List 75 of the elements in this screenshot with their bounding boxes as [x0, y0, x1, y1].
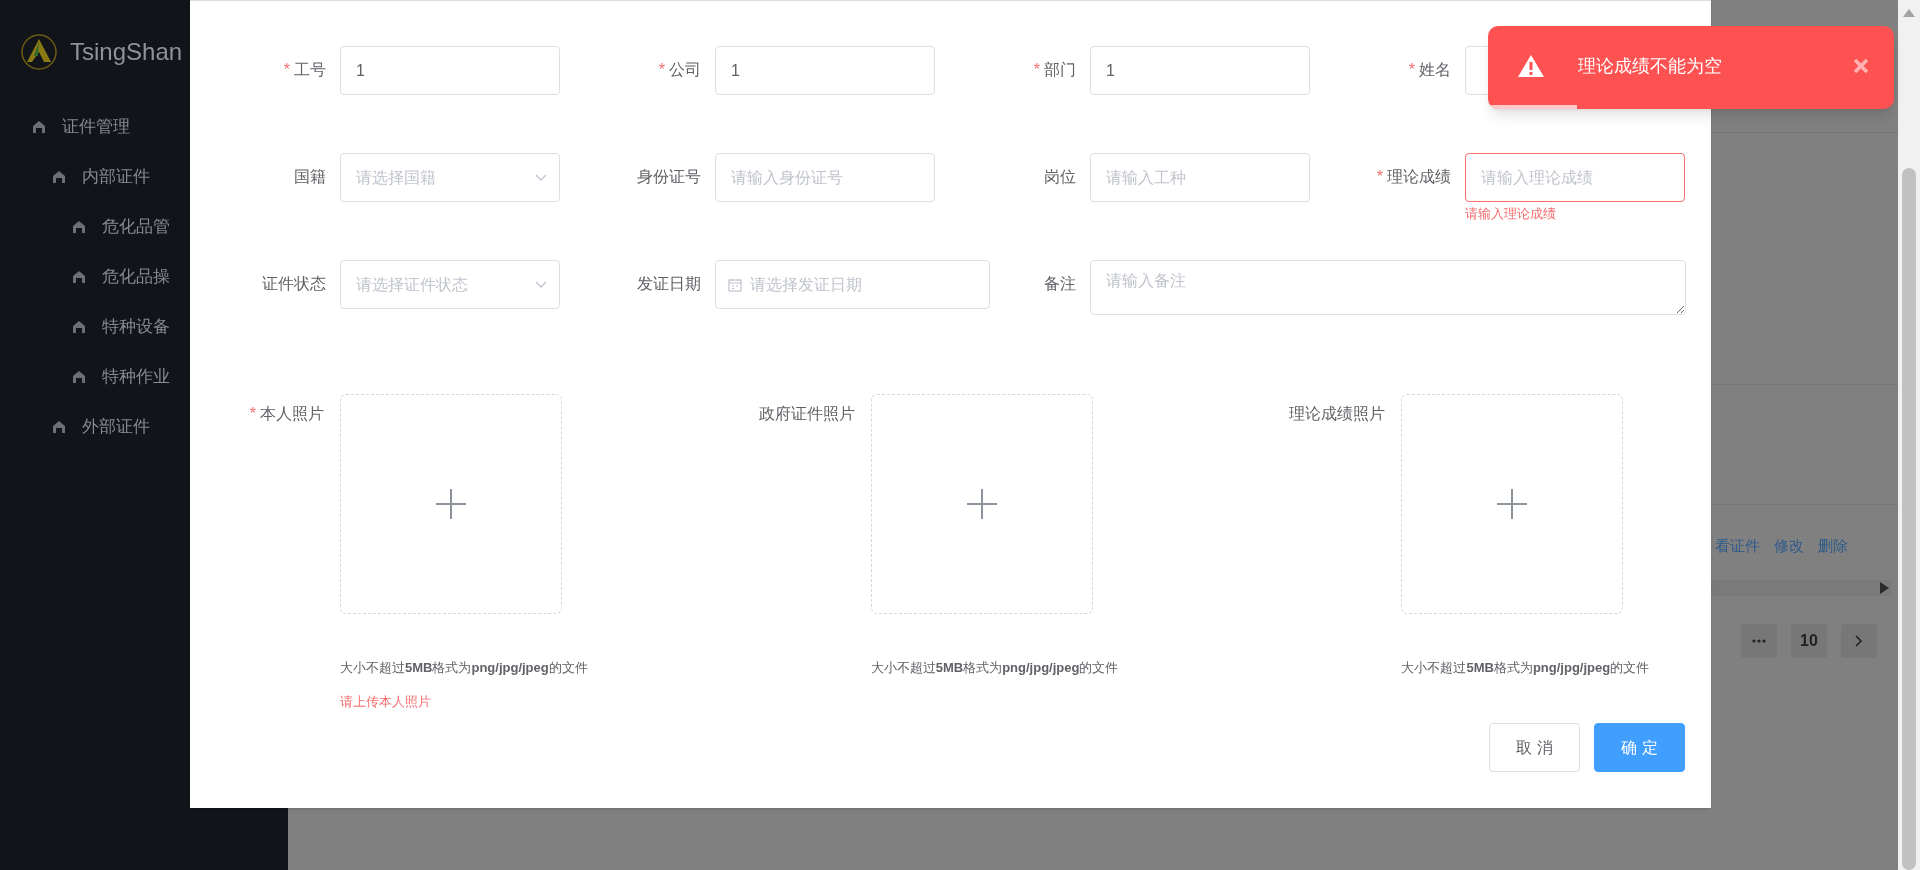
upload-box[interactable]	[1401, 394, 1624, 614]
page-button[interactable]: 10	[1791, 623, 1827, 658]
next-page-button[interactable]	[1841, 623, 1877, 658]
home-icon	[72, 270, 86, 284]
menu-item[interactable]: 特种作业	[0, 352, 190, 402]
menu-item[interactable]: 内部证件	[0, 152, 190, 202]
input-field[interactable]: 1	[1090, 46, 1310, 95]
logo-icon	[20, 32, 58, 72]
plus-icon	[436, 489, 466, 519]
scroll-up-icon[interactable]	[1902, 8, 1916, 18]
upload-hint: 大小不超过5MB格式为png/jpg/jpeg的文件	[340, 659, 588, 677]
required-mark: *	[1033, 60, 1040, 80]
horizontal-scrollbar[interactable]	[1711, 579, 1891, 596]
select-input[interactable]: 请选择国籍	[353, 165, 527, 190]
field-label: 本人照片	[260, 404, 324, 424]
required-mark: *	[283, 60, 290, 80]
scroll-right-icon[interactable]	[1879, 581, 1889, 594]
field-label: 部门	[1044, 60, 1076, 80]
plus-icon	[1497, 489, 1528, 519]
required-mark: *	[1408, 60, 1415, 80]
upload-box[interactable]	[870, 394, 1093, 614]
required-mark: *	[658, 60, 665, 80]
field-label: 理论成绩照片	[1289, 404, 1386, 424]
menu-item[interactable]: 证件管理	[0, 102, 190, 152]
home-icon	[72, 320, 86, 334]
field-label: 国籍	[294, 167, 326, 187]
menu-item[interactable]: 外部证件	[0, 402, 190, 452]
cancel-button[interactable]: 取 消	[1489, 723, 1580, 772]
remark-field[interactable]: 请输入备注	[1090, 260, 1686, 315]
select-field[interactable]: 请选择证件状态	[340, 260, 560, 309]
upload-hint: 大小不超过5MB格式为png/jpg/jpeg的文件	[1401, 659, 1650, 677]
home-icon	[72, 220, 86, 234]
notification-message: 理论成绩不能为空	[1578, 54, 1723, 78]
required-mark: *	[1376, 167, 1383, 187]
home-icon	[32, 120, 46, 134]
input-field[interactable]: 请输入理论成绩	[1465, 153, 1685, 202]
confirm-button[interactable]: 确 定	[1594, 723, 1685, 772]
plus-icon	[966, 489, 997, 519]
field-label: 理论成绩	[1387, 167, 1451, 187]
brand-name: TsingShan	[70, 37, 183, 67]
required-mark: *	[249, 404, 256, 424]
scrollbar-thumb[interactable]	[1902, 168, 1916, 870]
chevron-down-icon	[535, 173, 547, 182]
field-label: 发证日期	[637, 274, 701, 294]
menu-item[interactable]: 危化品管	[0, 202, 190, 252]
date-picker[interactable]: 请选择发证日期	[715, 260, 990, 309]
menu-item[interactable]: 危化品操	[0, 252, 190, 302]
field-label: 姓名	[1419, 60, 1451, 80]
scrollbar[interactable]	[1898, 0, 1920, 870]
select-input[interactable]: 请选择证件状态	[353, 272, 527, 297]
home-icon	[52, 420, 66, 434]
select-field[interactable]: 请选择国籍	[340, 153, 560, 202]
field-label: 身份证号	[637, 167, 701, 187]
upload-hint: 大小不超过5MB格式为png/jpg/jpeg的文件	[870, 659, 1119, 677]
field-label: 备注	[1044, 274, 1076, 294]
field-label: 公司	[669, 60, 701, 80]
menu-item[interactable]: 特种设备	[0, 302, 190, 352]
error-message: 请上传本人照片	[340, 692, 432, 711]
field-label: 政府证件照片	[758, 404, 855, 424]
field-label: 工号	[294, 60, 326, 80]
home-icon	[52, 170, 66, 184]
date-input[interactable]: 请选择发证日期	[750, 272, 977, 297]
warning-icon	[1518, 55, 1544, 77]
input-field[interactable]: 1	[715, 46, 935, 95]
input-field[interactable]: 1	[340, 46, 560, 95]
field-label: 岗位	[1044, 167, 1076, 187]
close-icon[interactable]	[1854, 59, 1868, 73]
error-message: 请输入理论成绩	[1465, 205, 1557, 223]
chevron-right-icon	[1855, 634, 1863, 647]
home-icon	[72, 370, 86, 384]
more-pages-icon[interactable]	[1741, 623, 1777, 658]
chevron-down-icon	[535, 280, 547, 289]
upload-box[interactable]	[340, 394, 562, 614]
calendar-icon	[728, 277, 742, 292]
field-label: 证件状态	[262, 274, 326, 294]
